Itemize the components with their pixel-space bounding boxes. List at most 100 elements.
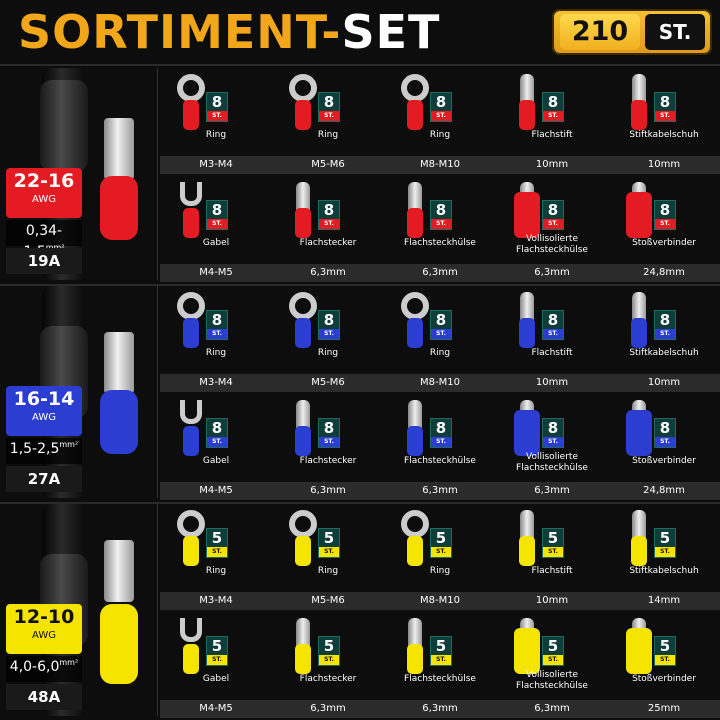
quantity-value: 5 <box>659 529 671 547</box>
quantity-badge: 8 ST. <box>654 92 676 122</box>
terminal-metal-image <box>104 118 134 180</box>
count-value: 210 <box>560 14 640 50</box>
product-name: Ring <box>429 566 451 576</box>
awg-badge: 12-10 AWG <box>6 604 82 654</box>
product-item: 5 ST. Gabel M4-M5 <box>160 612 272 720</box>
product-name: Gabel <box>202 238 230 248</box>
terminal-sleeve-icon <box>183 208 199 238</box>
product-name: Ring <box>429 130 451 140</box>
product-item: 8 ST. Ring M8-M10 <box>384 68 496 176</box>
product-name: Gabel <box>202 674 230 684</box>
awg-badge: 22-16 AWG <box>6 168 82 218</box>
quantity-value: 5 <box>547 637 559 655</box>
quantity-value: 5 <box>323 529 335 547</box>
quantity-unit: ST. <box>319 219 339 229</box>
product-name: Ring <box>317 566 339 576</box>
quantity-badge: 8 ST. <box>542 200 564 230</box>
product-size: M8-M10 <box>384 592 496 610</box>
product-name: Ring <box>429 348 451 358</box>
terminal-sleeve-icon <box>407 536 423 566</box>
terminal-sleeve-icon <box>626 192 652 238</box>
terminal-sleeve-icon <box>183 644 199 674</box>
awg-badge: 16-14 AWG <box>6 386 82 436</box>
quantity-value: 8 <box>435 93 447 111</box>
product-item: 8 ST. Ring M5-M6 <box>272 286 384 394</box>
product-name: Stoßverbinder <box>632 456 696 466</box>
quantity-unit: ST. <box>431 219 451 229</box>
terminal-metal-icon <box>289 292 317 320</box>
terminal-sleeve-icon <box>183 426 199 456</box>
quantity-value: 8 <box>547 201 559 219</box>
quantity-unit: ST. <box>207 219 227 229</box>
product-name: Flachstift <box>531 130 573 140</box>
amperage: 48A <box>6 684 82 710</box>
terminal-sleeve-icon <box>626 410 652 456</box>
terminal-sleeve-icon <box>295 208 311 238</box>
quantity-value: 5 <box>211 529 223 547</box>
quantity-unit: ST. <box>655 329 675 339</box>
cross-section: 4,0-6,0mm² <box>6 656 82 682</box>
product-size: 10mm <box>608 374 720 392</box>
product-name: Ring <box>317 348 339 358</box>
header: SORTIMENT-SET 210 ST. <box>0 0 720 64</box>
quantity-value: 8 <box>659 201 671 219</box>
quantity-unit: ST. <box>207 547 227 557</box>
title-part-1: SORTIMENT- <box>18 5 342 59</box>
product-item: 8 ST. Flachsteckhülse 6,3mm <box>384 176 496 284</box>
product-size: 6,3mm <box>496 482 608 500</box>
quantity-value: 5 <box>211 637 223 655</box>
quantity-unit: ST. <box>543 329 563 339</box>
product-size: M4-M5 <box>160 482 272 500</box>
product-size: M4-M5 <box>160 700 272 718</box>
product-name: Stoßverbinder <box>632 238 696 248</box>
terminal-sleeve-icon <box>183 318 199 348</box>
product-size: 10mm <box>608 156 720 174</box>
quantity-unit: ST. <box>431 547 451 557</box>
quantity-badge: 8 ST. <box>542 92 564 122</box>
product-size: 24,8mm <box>608 264 720 282</box>
product-item: 8 ST. Flachsteckhülse 6,3mm <box>384 394 496 502</box>
header-divider <box>0 64 720 66</box>
terminal-sleeve-icon <box>631 536 647 566</box>
terminal-sleeve-icon <box>519 318 535 348</box>
product-item: 5 ST. Ring M8-M10 <box>384 504 496 612</box>
quantity-badge: 5 ST. <box>542 636 564 666</box>
quantity-badge: 5 ST. <box>542 528 564 558</box>
product-item: 8 ST. Ring M5-M6 <box>272 68 384 176</box>
quantity-badge: 8 ST. <box>318 200 340 230</box>
quantity-unit: ST. <box>207 655 227 665</box>
product-name: Ring <box>205 130 227 140</box>
product-size: 14mm <box>608 592 720 610</box>
product-name: Flachsteckhülse <box>404 238 476 248</box>
product-size: 10mm <box>496 156 608 174</box>
quantity-unit: ST. <box>431 655 451 665</box>
quantity-value: 8 <box>435 201 447 219</box>
product-item: 8 ST. Gabel M4-M5 <box>160 394 272 502</box>
cable-end-image <box>40 80 88 172</box>
quantity-unit: ST. <box>431 329 451 339</box>
quantity-value: 8 <box>211 93 223 111</box>
quantity-unit: ST. <box>543 547 563 557</box>
amperage: 27A <box>6 466 82 492</box>
product-size: 10mm <box>496 374 608 392</box>
terminal-metal-image <box>104 332 134 394</box>
product-item: 8 ST. Ring M8-M10 <box>384 286 496 394</box>
product-size: M3-M4 <box>160 592 272 610</box>
product-size: 24,8mm <box>608 482 720 500</box>
product-size: M5-M6 <box>272 374 384 392</box>
quantity-badge: 5 ST. <box>430 636 452 666</box>
quantity-unit: ST. <box>655 547 675 557</box>
quantity-badge: 5 ST. <box>206 528 228 558</box>
quantity-badge: 8 ST. <box>430 200 452 230</box>
product-item: 8 ST. Vollisolierte Flachsteckhülse 6,3mm <box>496 176 608 284</box>
product-name: Vollisolierte Flachsteckhülse <box>516 452 588 473</box>
quantity-unit: ST. <box>431 111 451 121</box>
quantity-value: 8 <box>659 93 671 111</box>
quantity-value: 8 <box>211 311 223 329</box>
terminal-metal-icon <box>401 510 429 538</box>
terminal-sleeve-icon <box>183 536 199 566</box>
quantity-badge: 5 ST. <box>318 636 340 666</box>
product-size: 25mm <box>608 700 720 718</box>
product-name: Flachstecker <box>299 238 357 248</box>
quantity-unit: ST. <box>319 329 339 339</box>
